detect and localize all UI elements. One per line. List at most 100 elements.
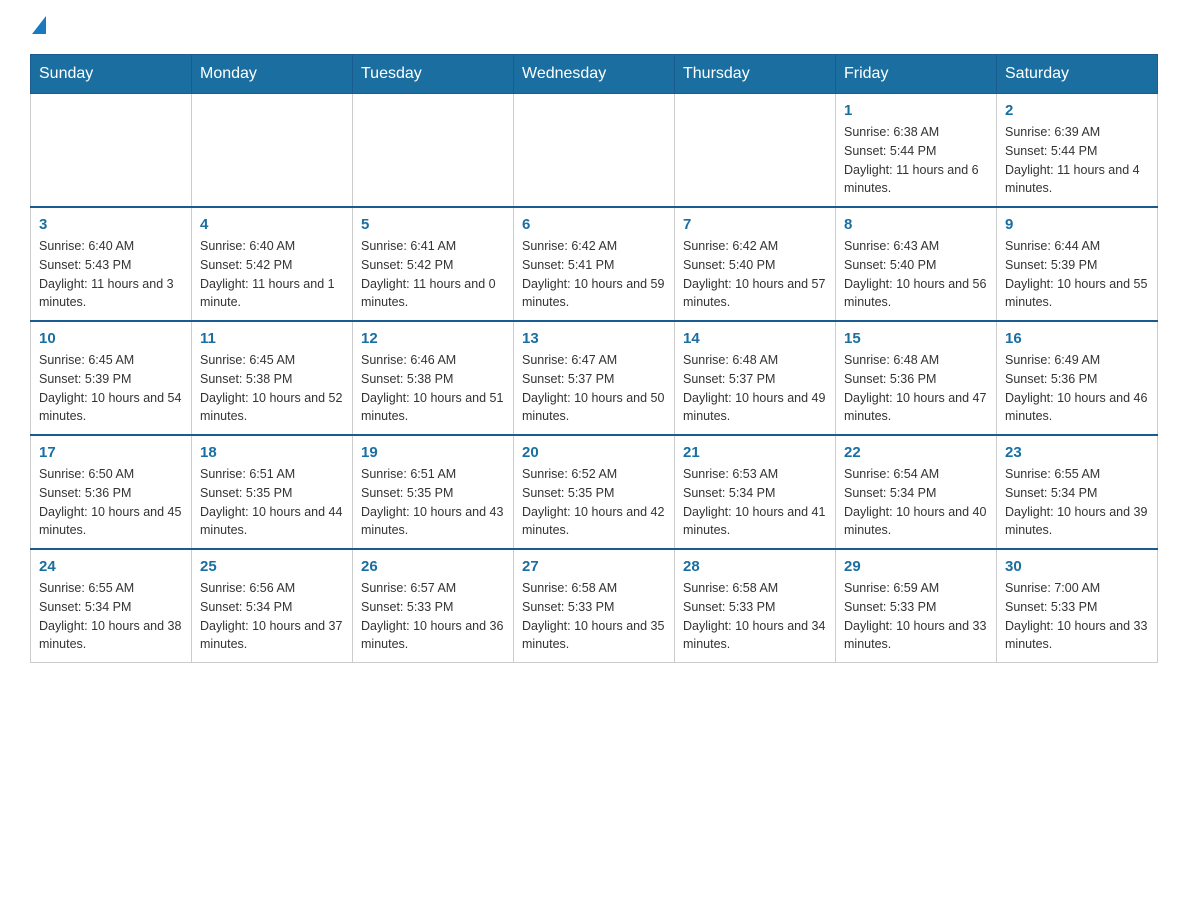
day-info: Sunrise: 6:48 AM Sunset: 5:37 PM Dayligh… (683, 351, 827, 426)
day-info: Sunrise: 6:45 AM Sunset: 5:39 PM Dayligh… (39, 351, 183, 426)
calendar-cell (31, 94, 192, 208)
day-info: Sunrise: 6:49 AM Sunset: 5:36 PM Dayligh… (1005, 351, 1149, 426)
day-info: Sunrise: 6:51 AM Sunset: 5:35 PM Dayligh… (200, 465, 344, 540)
day-number: 8 (844, 216, 988, 233)
calendar-week-row: 17Sunrise: 6:50 AM Sunset: 5:36 PM Dayli… (31, 435, 1158, 549)
day-number: 19 (361, 444, 505, 461)
calendar-cell: 9Sunrise: 6:44 AM Sunset: 5:39 PM Daylig… (997, 207, 1158, 321)
calendar-cell (353, 94, 514, 208)
calendar-cell: 27Sunrise: 6:58 AM Sunset: 5:33 PM Dayli… (514, 549, 675, 663)
day-number: 16 (1005, 330, 1149, 347)
day-info: Sunrise: 6:55 AM Sunset: 5:34 PM Dayligh… (39, 579, 183, 654)
calendar-week-row: 3 Sunrise: 6:40 AM Sunset: 5:43 PM Daylig… (31, 207, 1158, 321)
day-number: 27 (522, 558, 666, 575)
day-number: 25 (200, 558, 344, 575)
calendar-cell: 14 Sunrise: 6:48 AM Sunset: 5:37 PM Dayli… (675, 321, 836, 435)
calendar-cell: 28Sunrise: 6:58 AM Sunset: 5:33 PM Dayli… (675, 549, 836, 663)
day-number: 7 (683, 216, 827, 233)
day-info: Sunrise: 6:42 AM Sunset: 5:41 PM Dayligh… (522, 237, 666, 312)
day-number: 14 (683, 330, 827, 347)
day-number: 12 (361, 330, 505, 347)
day-number: 30 (1005, 558, 1149, 575)
day-number: 13 (522, 330, 666, 347)
day-number: 21 (683, 444, 827, 461)
calendar-cell: 22Sunrise: 6:54 AM Sunset: 5:34 PM Dayli… (836, 435, 997, 549)
calendar-cell: 23Sunrise: 6:55 AM Sunset: 5:34 PM Dayli… (997, 435, 1158, 549)
calendar-cell: 17Sunrise: 6:50 AM Sunset: 5:36 PM Dayli… (31, 435, 192, 549)
day-info: Sunrise: 6:45 AM Sunset: 5:38 PM Dayligh… (200, 351, 344, 426)
day-info: Sunrise: 6:48 AM Sunset: 5:36 PM Dayligh… (844, 351, 988, 426)
day-info: Sunrise: 6:57 AM Sunset: 5:33 PM Dayligh… (361, 579, 505, 654)
day-info: Sunrise: 6:54 AM Sunset: 5:34 PM Dayligh… (844, 465, 988, 540)
weekday-header-tuesday: Tuesday (353, 55, 514, 94)
day-number: 6 (522, 216, 666, 233)
day-number: 1 (844, 102, 988, 119)
day-number: 3 (39, 216, 183, 233)
day-info: Sunrise: 6:56 AM Sunset: 5:34 PM Dayligh… (200, 579, 344, 654)
calendar-cell: 3 Sunrise: 6:40 AM Sunset: 5:43 PM Daylig… (31, 207, 192, 321)
calendar-cell: 19 Sunrise: 6:51 AM Sunset: 5:35 PM Dayli… (353, 435, 514, 549)
day-info: Sunrise: 6:47 AM Sunset: 5:37 PM Dayligh… (522, 351, 666, 426)
day-number: 29 (844, 558, 988, 575)
calendar-cell: 30 Sunrise: 7:00 AM Sunset: 5:33 PM Dayli… (997, 549, 1158, 663)
day-info: Sunrise: 6:52 AM Sunset: 5:35 PM Dayligh… (522, 465, 666, 540)
logo (30, 20, 46, 34)
day-number: 11 (200, 330, 344, 347)
calendar-week-row: 10 Sunrise: 6:45 AM Sunset: 5:39 PM Dayli… (31, 321, 1158, 435)
calendar-table: SundayMondayTuesdayWednesdayThursdayFrid… (30, 54, 1158, 663)
calendar-cell: 10 Sunrise: 6:45 AM Sunset: 5:39 PM Dayli… (31, 321, 192, 435)
day-info: Sunrise: 6:40 AM Sunset: 5:43 PM Dayligh… (39, 237, 183, 312)
day-info: Sunrise: 6:51 AM Sunset: 5:35 PM Dayligh… (361, 465, 505, 540)
day-number: 18 (200, 444, 344, 461)
calendar-cell: 1Sunrise: 6:38 AM Sunset: 5:44 PM Daylig… (836, 94, 997, 208)
weekday-header-wednesday: Wednesday (514, 55, 675, 94)
calendar-cell (675, 94, 836, 208)
weekday-header-row: SundayMondayTuesdayWednesdayThursdayFrid… (31, 55, 1158, 94)
weekday-header-saturday: Saturday (997, 55, 1158, 94)
calendar-cell: 11 Sunrise: 6:45 AM Sunset: 5:38 PM Dayli… (192, 321, 353, 435)
day-number: 20 (522, 444, 666, 461)
logo-triangle-icon (32, 16, 46, 34)
day-info: Sunrise: 7:00 AM Sunset: 5:33 PM Dayligh… (1005, 579, 1149, 654)
calendar-cell: 29 Sunrise: 6:59 AM Sunset: 5:33 PM Dayli… (836, 549, 997, 663)
calendar-week-row: 24 Sunrise: 6:55 AM Sunset: 5:34 PM Dayli… (31, 549, 1158, 663)
day-info: Sunrise: 6:46 AM Sunset: 5:38 PM Dayligh… (361, 351, 505, 426)
calendar-cell: 6 Sunrise: 6:42 AM Sunset: 5:41 PM Daylig… (514, 207, 675, 321)
day-info: Sunrise: 6:41 AM Sunset: 5:42 PM Dayligh… (361, 237, 505, 312)
day-info: Sunrise: 6:59 AM Sunset: 5:33 PM Dayligh… (844, 579, 988, 654)
day-info: Sunrise: 6:39 AM Sunset: 5:44 PM Dayligh… (1005, 123, 1149, 198)
calendar-cell: 16 Sunrise: 6:49 AM Sunset: 5:36 PM Dayli… (997, 321, 1158, 435)
weekday-header-thursday: Thursday (675, 55, 836, 94)
weekday-header-sunday: Sunday (31, 55, 192, 94)
day-number: 5 (361, 216, 505, 233)
calendar-cell: 5 Sunrise: 6:41 AM Sunset: 5:42 PM Daylig… (353, 207, 514, 321)
day-number: 26 (361, 558, 505, 575)
day-number: 2 (1005, 102, 1149, 119)
weekday-header-friday: Friday (836, 55, 997, 94)
calendar-cell: 8 Sunrise: 6:43 AM Sunset: 5:40 PM Daylig… (836, 207, 997, 321)
calendar-cell: 24 Sunrise: 6:55 AM Sunset: 5:34 PM Dayli… (31, 549, 192, 663)
day-info: Sunrise: 6:43 AM Sunset: 5:40 PM Dayligh… (844, 237, 988, 312)
calendar-cell: 13 Sunrise: 6:47 AM Sunset: 5:37 PM Dayli… (514, 321, 675, 435)
weekday-header-monday: Monday (192, 55, 353, 94)
calendar-cell (192, 94, 353, 208)
day-number: 15 (844, 330, 988, 347)
day-number: 23 (1005, 444, 1149, 461)
page-header (30, 20, 1158, 34)
calendar-cell: 25 Sunrise: 6:56 AM Sunset: 5:34 PM Dayli… (192, 549, 353, 663)
day-number: 24 (39, 558, 183, 575)
day-number: 10 (39, 330, 183, 347)
day-number: 9 (1005, 216, 1149, 233)
calendar-cell: 7Sunrise: 6:42 AM Sunset: 5:40 PM Daylig… (675, 207, 836, 321)
calendar-cell: 12 Sunrise: 6:46 AM Sunset: 5:38 PM Dayli… (353, 321, 514, 435)
day-number: 28 (683, 558, 827, 575)
day-info: Sunrise: 6:40 AM Sunset: 5:42 PM Dayligh… (200, 237, 344, 312)
day-info: Sunrise: 6:53 AM Sunset: 5:34 PM Dayligh… (683, 465, 827, 540)
calendar-cell: 18 Sunrise: 6:51 AM Sunset: 5:35 PM Dayli… (192, 435, 353, 549)
calendar-week-row: 1Sunrise: 6:38 AM Sunset: 5:44 PM Daylig… (31, 94, 1158, 208)
calendar-cell: 2 Sunrise: 6:39 AM Sunset: 5:44 PM Daylig… (997, 94, 1158, 208)
calendar-cell: 26 Sunrise: 6:57 AM Sunset: 5:33 PM Dayli… (353, 549, 514, 663)
calendar-cell: 15 Sunrise: 6:48 AM Sunset: 5:36 PM Dayli… (836, 321, 997, 435)
day-info: Sunrise: 6:50 AM Sunset: 5:36 PM Dayligh… (39, 465, 183, 540)
day-number: 4 (200, 216, 344, 233)
